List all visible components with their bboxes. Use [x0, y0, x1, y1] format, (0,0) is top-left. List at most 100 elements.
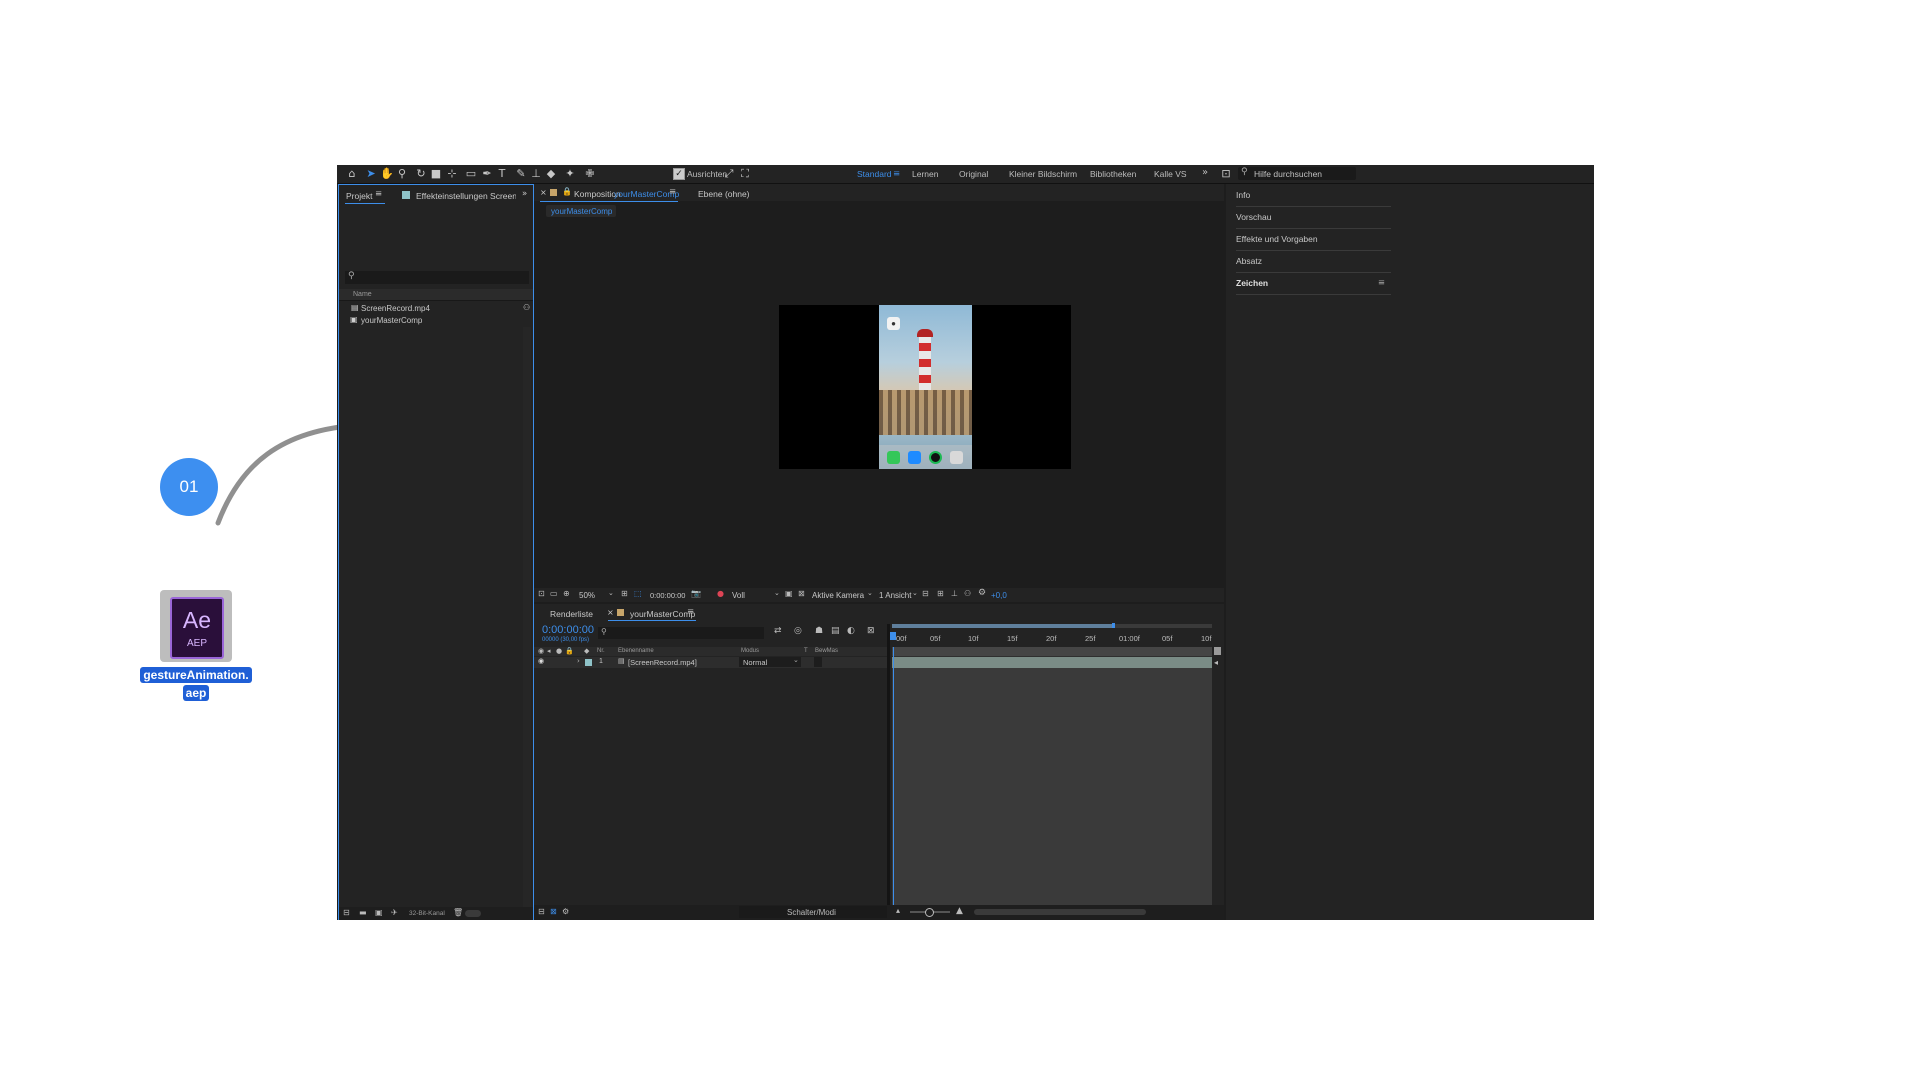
zoom-dropdown[interactable]: 50% [579, 591, 595, 600]
brush-tool-icon[interactable]: ✎ [514, 167, 528, 180]
hand-tool-icon[interactable]: ✋ [380, 167, 394, 180]
new-composition-icon[interactable]: ▣ [375, 908, 383, 917]
timeline-timecode[interactable]: 0:00:00:00 [542, 624, 594, 636]
timeline-zoom-slider[interactable] [910, 908, 950, 917]
camera-dropdown[interactable]: Aktive Kamera [812, 591, 864, 600]
comp-viewer[interactable]: ● [779, 305, 1071, 469]
transparency-grid-icon[interactable]: ⊠ [798, 589, 805, 598]
project-scrollbar[interactable] [523, 327, 531, 907]
eraser-tool-icon[interactable]: ◆ [544, 167, 558, 180]
views-dropdown[interactable]: 1 Ansicht [879, 591, 911, 600]
delete-icon[interactable]: 🗑 [453, 908, 463, 917]
in-out-icon[interactable]: ⚙ [562, 907, 569, 916]
playhead-handle[interactable] [890, 632, 896, 640]
color-channel-icon[interactable]: ● [717, 589, 724, 598]
workspace-lernen[interactable]: Lernen [912, 169, 938, 179]
sync-settings-icon[interactable]: ⊡ [1219, 167, 1233, 180]
comp-breadcrumb[interactable]: yourMasterComp [546, 205, 616, 217]
monitor-icon[interactable]: ▭ [550, 589, 558, 598]
list-item[interactable]: ▣ yourMasterComp [339, 315, 533, 327]
project-menu-icon[interactable]: ≡ [375, 189, 382, 199]
flowchart-icon[interactable]: ⚇ [964, 589, 971, 598]
region-of-interest-icon[interactable]: ▣ [785, 589, 793, 598]
panel-character[interactable]: Zeichen ≡ [1236, 272, 1391, 295]
timeline-icon[interactable]: ⊥ [951, 589, 958, 598]
camera-tool-icon[interactable]: ■ [429, 167, 443, 180]
viewer-timecode[interactable]: 0:00:00:00 [650, 591, 685, 600]
mask-icon[interactable]: ⬚ [634, 589, 642, 598]
panel-paragraph[interactable]: Absatz [1236, 250, 1391, 273]
interpret-footage-icon[interactable]: ⊟ [343, 908, 350, 917]
switches-modes-toggle[interactable]: Schalter/Modi [739, 906, 887, 918]
home-icon[interactable]: ⌂ [345, 167, 359, 180]
lock-icon[interactable]: 🔒 [565, 647, 574, 655]
name-column-header[interactable]: Name [339, 289, 533, 301]
comp-menu-icon[interactable]: ≡ [669, 187, 676, 197]
tab-project[interactable]: Projekt [346, 191, 372, 201]
draft-3d-icon[interactable]: ◎ [794, 626, 802, 636]
transfer-controls-icon[interactable]: ⊠ [550, 907, 557, 916]
comp-button-marker[interactable] [1214, 647, 1221, 655]
workspace-menu-icon[interactable]: ≡ [893, 169, 900, 179]
timeline-search-input[interactable]: ⚲ [598, 627, 764, 639]
exposure-reset-icon[interactable]: ⚙ [978, 588, 986, 598]
timeline-scrollbar[interactable] [974, 909, 1146, 915]
label-icon[interactable]: ◆ [584, 647, 589, 655]
rotate-tool-icon[interactable]: ↻ [414, 167, 428, 180]
thumbnail-slider[interactable] [465, 910, 481, 917]
graph-editor-icon[interactable]: ⊠ [867, 626, 875, 636]
shy-layers-icon[interactable]: ☗ [815, 626, 823, 636]
chevron-down-icon[interactable]: ⌄ [608, 589, 614, 597]
rectangle-tool-icon[interactable]: ▭ [464, 167, 478, 180]
chevron-down-icon[interactable]: ⌄ [774, 589, 780, 597]
aep-file-icon[interactable]: Ae AEP [160, 590, 232, 662]
bit-depth-label[interactable]: 32-Bit-Kanal [409, 910, 445, 917]
frame-blending-icon[interactable]: ▤ [831, 626, 840, 636]
eye-icon[interactable]: ◉ [538, 657, 544, 665]
project-search-input[interactable]: ⚲ [345, 271, 529, 284]
snap-icon[interactable]: ⤢ [722, 167, 736, 180]
type-tool-icon[interactable]: T [495, 167, 509, 180]
flowchart-icon[interactable]: ⚇ [523, 303, 530, 312]
snap-options-icon[interactable]: ⛶ [738, 167, 752, 180]
snapshot-icon[interactable]: 📷 [691, 589, 701, 598]
adjust-project-icon[interactable]: ✈ [391, 908, 398, 917]
panel-preview[interactable]: Vorschau [1236, 206, 1391, 229]
close-tab-icon[interactable]: × [607, 608, 614, 617]
trkmat-dropdown[interactable] [814, 657, 822, 667]
workspace-standard[interactable]: Standard [857, 169, 892, 179]
character-menu-icon[interactable]: ≡ [1378, 272, 1385, 294]
expand-icon[interactable]: › [577, 657, 580, 665]
resolution-dropdown[interactable]: Voll [732, 591, 745, 600]
puppet-pin-tool-icon[interactable]: ✙ [583, 167, 597, 180]
new-folder-icon[interactable]: ▬ [359, 908, 367, 917]
zoom-in-icon[interactable]: ▲ [956, 906, 963, 916]
exposure-value[interactable]: +0,0 [991, 591, 1007, 600]
chevron-down-icon[interactable]: ⌄ [912, 589, 918, 597]
table-row[interactable]: ◉ › 1 ▤ [ScreenRecord.mp4] Normal ⌄ [534, 656, 887, 668]
lock-icon[interactable]: 🔒 [562, 187, 572, 196]
time-ruler[interactable]: 00f 05f 10f 15f 20f 25f 01:00f 05f 10f [892, 628, 1212, 646]
mode-dropdown[interactable]: Normal ⌄ [739, 656, 801, 667]
tab-render-queue[interactable]: Renderliste [550, 609, 593, 619]
zoom-out-icon[interactable]: ▴ [896, 906, 900, 915]
solo-icon[interactable]: ● [556, 647, 562, 655]
align-checkbox-icon[interactable]: ✓ [673, 168, 685, 180]
toggle-pixel-aspect-icon[interactable]: ⊟ [922, 589, 929, 598]
pan-behind-tool-icon[interactable]: ⊹ [445, 167, 459, 180]
motion-blur-icon[interactable]: ◐ [847, 626, 855, 636]
workspace-original[interactable]: Original [959, 169, 988, 179]
zoom-tool-icon[interactable]: ⚲ [395, 167, 409, 180]
selection-tool-icon[interactable]: ➤ [364, 167, 378, 180]
workspace-bibliotheken[interactable]: Bibliotheken [1090, 169, 1136, 179]
layer-end-marker-icon[interactable]: ◂ [1214, 658, 1218, 667]
time-graph[interactable] [892, 647, 1212, 905]
audio-icon[interactable]: ◂ [547, 647, 551, 655]
clone-stamp-tool-icon[interactable]: ⊥ [529, 167, 543, 180]
vr-icon[interactable]: ⊕ [563, 589, 570, 598]
panel-overflow-icon[interactable]: » [522, 189, 527, 199]
tab-effects-controls[interactable]: Effekteinstellungen ScreenRecord [416, 191, 516, 201]
panel-effects-presets[interactable]: Effekte und Vorgaben [1236, 228, 1391, 251]
chevron-down-icon[interactable]: ⌄ [867, 589, 873, 597]
list-item[interactable]: ▤ ScreenRecord.mp4 ⚇ [339, 303, 533, 315]
